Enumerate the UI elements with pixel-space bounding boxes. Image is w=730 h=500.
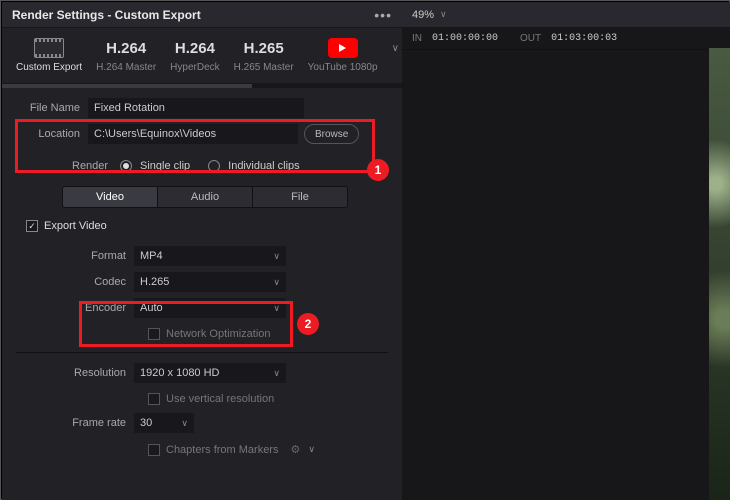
location-label: Location [16, 128, 88, 140]
single-clip-radio[interactable] [120, 160, 132, 172]
export-video-row: Export Video [16, 220, 388, 246]
preset-h264-master[interactable]: H.264 H.264 Master [96, 38, 156, 73]
tab-file[interactable]: File [253, 187, 347, 207]
preview-panel: 49% ∨ IN 01:00:00:00 OUT 01:03:00:03 [402, 2, 730, 500]
chevron-down-icon: ∨ [181, 418, 188, 429]
chapters-row: Chapters from Markers ⚙ ∨ [16, 439, 388, 464]
chevron-down-icon: ∨ [273, 251, 280, 262]
tab-video[interactable]: Video [63, 187, 158, 207]
youtube-icon [328, 38, 358, 58]
filename-label: File Name [16, 102, 88, 114]
preset-strip: Custom Export H.264 H.264 Master H.264 H… [2, 28, 402, 84]
zoom-value[interactable]: 49% [412, 9, 434, 21]
preset-custom-export[interactable]: Custom Export [16, 38, 82, 73]
preset-youtube[interactable]: YouTube 1080p [308, 38, 378, 73]
netopt-label: Network Optimization [166, 328, 271, 340]
framerate-label: Frame rate [16, 417, 134, 429]
tc-in-label: IN [412, 33, 422, 44]
individual-clips-radio[interactable] [208, 160, 220, 172]
chapters-checkbox[interactable] [148, 444, 160, 456]
chevron-down-icon: ∨ [273, 303, 280, 314]
codec-label: Codec [16, 276, 134, 288]
resolution-label: Resolution [16, 367, 134, 379]
form-area: File Name Location Browse Render Single … [2, 88, 402, 474]
preset-hyperdeck[interactable]: H.264 HyperDeck [170, 38, 219, 73]
chevron-down-icon[interactable]: ∨ [440, 9, 447, 20]
chevron-down-icon: ∨ [273, 368, 280, 379]
render-settings-panel: Render Settings - Custom Export ••• Cust… [2, 2, 402, 500]
panel-menu-button[interactable]: ••• [364, 7, 402, 23]
preset-more-chevron[interactable]: ∨ [392, 43, 399, 68]
chevron-down-icon: ∨ [308, 444, 315, 455]
format-dropdown[interactable]: MP4∨ [134, 246, 286, 266]
film-icon [34, 38, 64, 58]
preset-h265-master[interactable]: H.265 H.265 Master [234, 38, 294, 73]
tc-out-value[interactable]: 01:03:00:03 [551, 33, 617, 44]
vertical-label: Use vertical resolution [166, 393, 274, 405]
panel-title: Render Settings - Custom Export [2, 8, 364, 22]
chapters-label: Chapters from Markers [166, 444, 278, 456]
framerate-dropdown[interactable]: 30∨ [134, 413, 194, 433]
divider [16, 352, 388, 353]
tc-out-label: OUT [520, 33, 541, 44]
tab-row: Video Audio File [62, 186, 348, 208]
tab-audio[interactable]: Audio [158, 187, 253, 207]
location-input[interactable] [88, 124, 298, 144]
timecode-row: IN 01:00:00:00 OUT 01:03:00:03 [402, 28, 730, 50]
netopt-row: Network Optimization [16, 324, 388, 348]
chevron-down-icon: ∨ [273, 277, 280, 288]
single-clip-label: Single clip [140, 160, 190, 172]
codec-dropdown[interactable]: H.265∨ [134, 272, 286, 292]
zoom-bar: 49% ∨ [402, 2, 730, 28]
preview-thumbnail [709, 48, 730, 500]
title-bar: Render Settings - Custom Export ••• [2, 2, 402, 28]
encoder-label: Encoder [16, 302, 134, 314]
render-mode-row: Render Single clip Individual clips [16, 150, 388, 186]
netopt-checkbox[interactable] [148, 328, 160, 340]
browse-button[interactable]: Browse [304, 124, 359, 144]
export-video-checkbox[interactable] [26, 220, 38, 232]
tc-in-value[interactable]: 01:00:00:00 [432, 33, 498, 44]
resolution-dropdown[interactable]: 1920 x 1080 HD∨ [134, 363, 286, 383]
vertical-checkbox[interactable] [148, 393, 160, 405]
encoder-dropdown[interactable]: Auto∨ [134, 298, 286, 318]
gear-icon[interactable]: ⚙ [290, 443, 300, 456]
export-video-label: Export Video [44, 220, 107, 232]
format-label: Format [16, 250, 134, 262]
render-label: Render [72, 160, 112, 172]
vertical-row: Use vertical resolution [16, 389, 388, 413]
individual-clips-label: Individual clips [228, 160, 300, 172]
filename-input[interactable] [88, 98, 304, 118]
